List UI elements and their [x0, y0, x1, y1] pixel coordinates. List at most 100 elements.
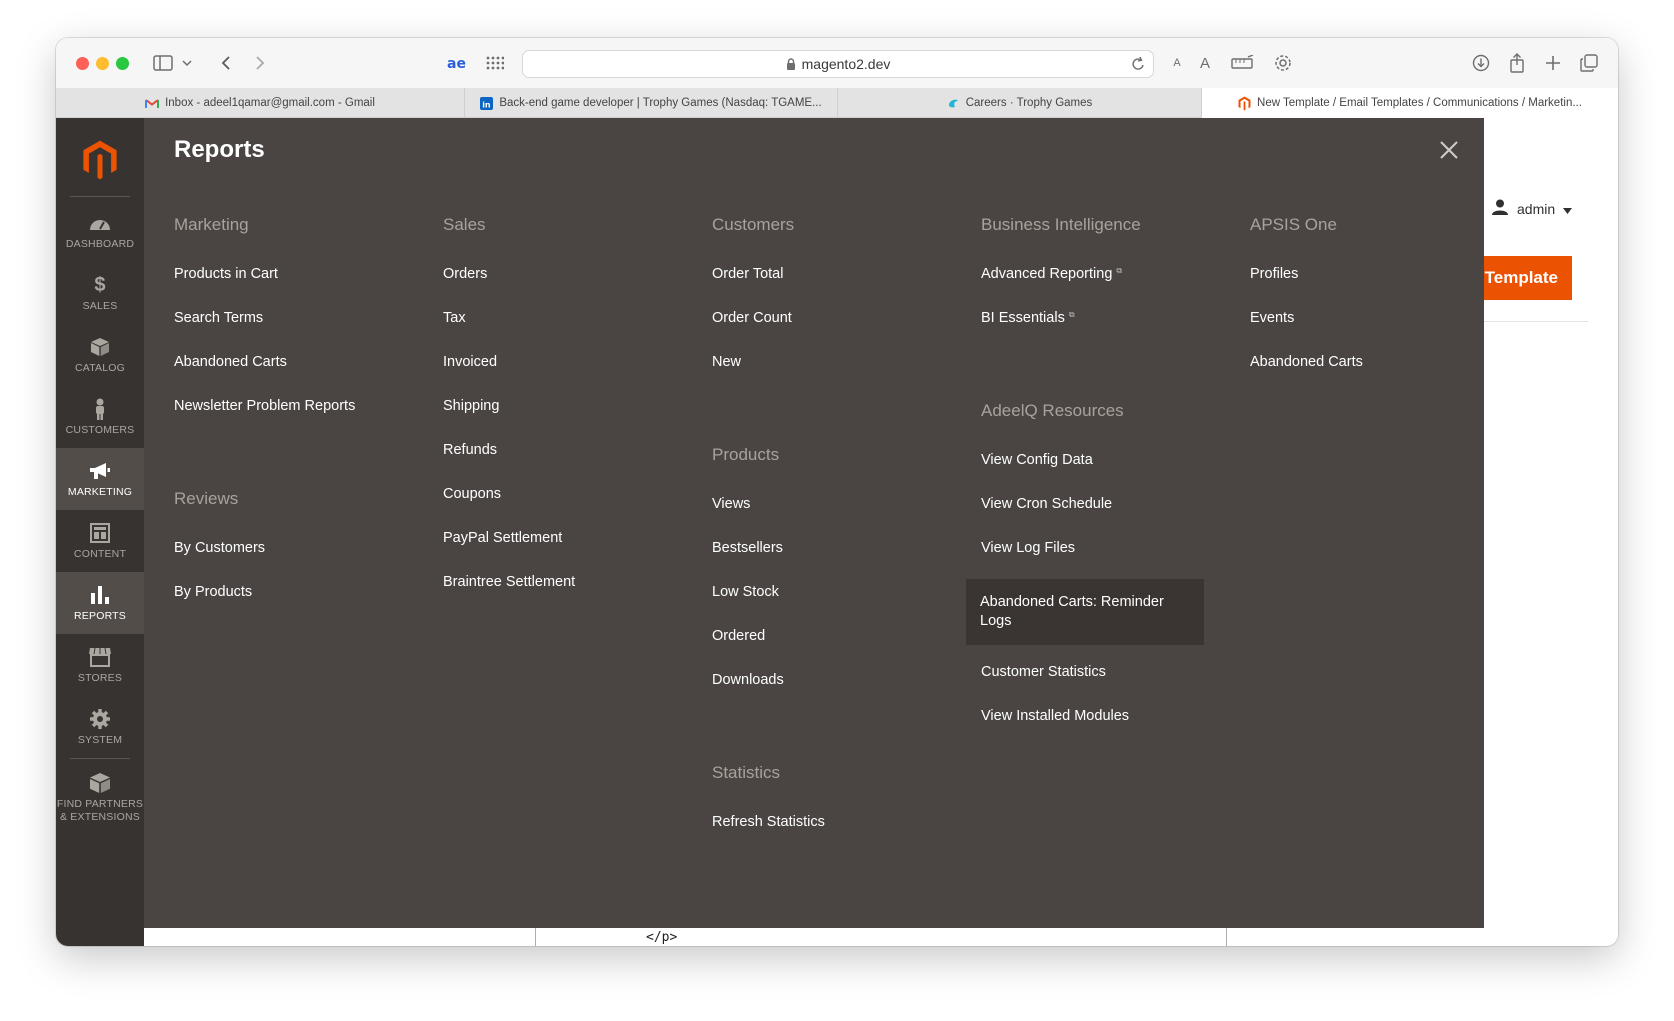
address-text: magento2.dev	[801, 56, 891, 72]
section-heading-customers: Customers	[712, 215, 795, 234]
menu-link[interactable]: By Products	[174, 584, 252, 600]
menu-link[interactable]: Coupons	[443, 486, 501, 502]
section-heading-business-intelligence: Business Intelligence	[981, 215, 1141, 234]
menu-link[interactable]: By Customers	[174, 540, 265, 556]
apps-grid-icon[interactable]	[484, 51, 506, 75]
menu-link[interactable]: Refresh Statistics	[712, 814, 825, 830]
sidebar-item-label: CATALOG	[74, 362, 126, 374]
divider	[535, 926, 536, 946]
sidebar-item-label: STORES	[77, 672, 123, 684]
menu-link[interactable]: PayPal Settlement	[443, 530, 562, 546]
menu-link[interactable]: View Log Files	[981, 540, 1075, 556]
menu-link-highlighted[interactable]: Abandoned Carts: Reminder Logs	[966, 579, 1204, 645]
sidebar-item-marketing[interactable]: MARKETING	[56, 448, 144, 510]
chevron-down-icon[interactable]	[180, 51, 194, 75]
back-icon[interactable]	[216, 51, 236, 75]
forward-icon[interactable]	[250, 51, 270, 75]
share-icon[interactable]	[1506, 51, 1528, 75]
menu-link[interactable]: Downloads	[712, 672, 784, 688]
magento-logo[interactable]	[56, 130, 144, 190]
text-smaller-icon[interactable]: A	[1168, 51, 1186, 75]
menu-link[interactable]: Order Total	[712, 266, 783, 282]
trophy-games-icon	[947, 97, 960, 110]
text-larger-icon[interactable]: A	[1196, 51, 1214, 75]
tab-gmail[interactable]: Inbox - adeel1qamar@gmail.com - Gmail	[56, 88, 465, 118]
section-heading-products: Products	[712, 445, 780, 464]
new-tab-icon[interactable]	[1542, 51, 1564, 75]
menu-link[interactable]: View Installed Modules	[981, 708, 1129, 724]
external-link-icon: ⧉	[1068, 310, 1075, 319]
menu-link[interactable]: Views	[712, 496, 750, 512]
admin-page: admin Template </p> DASHBOARD $ SALES CA…	[56, 118, 1618, 946]
browser-window: ae magento2.dev A A Inbox - adeel1qamar@…	[56, 38, 1618, 946]
tab-bar: Inbox - adeel1qamar@gmail.com - Gmail in…	[56, 88, 1618, 118]
menu-link[interactable]: Abandoned Carts	[1250, 354, 1363, 370]
tab-careers[interactable]: Careers · Trophy Games	[838, 88, 1202, 118]
sidebar-item-customers[interactable]: CUSTOMERS	[56, 386, 144, 448]
menu-link[interactable]: Braintree Settlement	[443, 574, 575, 590]
sidebar-item-find-partners[interactable]: FIND PARTNERS & EXTENSIONS	[56, 762, 144, 832]
menu-link[interactable]: Bestsellers	[712, 540, 783, 556]
download-icon[interactable]	[1470, 51, 1492, 75]
sidebar-item-sales[interactable]: $ SALES	[56, 262, 144, 324]
gear-icon[interactable]	[1272, 51, 1294, 75]
zoom-window-button[interactable]	[116, 57, 129, 70]
menu-link[interactable]: Refunds	[443, 442, 497, 458]
divider	[70, 758, 130, 759]
tab-overview-icon[interactable]	[1578, 51, 1600, 75]
menu-link[interactable]: Customer Statistics	[981, 664, 1106, 680]
menu-link[interactable]: Events	[1250, 310, 1294, 326]
reload-icon[interactable]	[1131, 56, 1145, 72]
menu-link[interactable]: Order Count	[712, 310, 792, 326]
menu-link[interactable]: Abandoned Carts	[174, 354, 287, 370]
menu-link[interactable]: Products in Cart	[174, 266, 278, 282]
address-bar[interactable]: magento2.dev	[522, 50, 1154, 78]
reader-ruler-icon[interactable]	[1230, 51, 1256, 75]
menu-link[interactable]: Newsletter Problem Reports	[174, 398, 355, 414]
sidebar-item-system[interactable]: SYSTEM	[56, 696, 144, 758]
catalog-box-icon	[90, 335, 110, 359]
menu-link[interactable]: New	[712, 354, 741, 370]
reports-menu-flyout: Reports Marketing Products in Cart Searc…	[144, 118, 1484, 928]
sidebar-item-dashboard[interactable]: DASHBOARD	[56, 200, 144, 262]
menu-link[interactable]: Search Terms	[174, 310, 263, 326]
store-icon	[88, 645, 112, 669]
menu-link[interactable]: Tax	[443, 310, 466, 326]
menu-link[interactable]: Shipping	[443, 398, 499, 414]
tab-new-template[interactable]: New Template / Email Templates / Communi…	[1202, 88, 1618, 118]
user-icon	[1491, 198, 1509, 219]
menu-link[interactable]: Invoiced	[443, 354, 497, 370]
menu-link[interactable]: Orders	[443, 266, 487, 282]
menu-link-label: Advanced Reporting	[981, 266, 1113, 282]
section-heading-adeelq-resources: AdeelQ Resources	[981, 401, 1124, 420]
extension-ae-icon[interactable]: ae	[446, 51, 470, 75]
menu-link[interactable]: Low Stock	[712, 584, 779, 600]
sidebar-item-reports[interactable]: REPORTS	[56, 572, 144, 634]
template-code-snippet: </p>	[646, 930, 678, 945]
divider	[70, 196, 130, 197]
magento-icon	[1238, 96, 1251, 111]
sidebar-item-content[interactable]: CONTENT	[56, 510, 144, 572]
admin-user-menu[interactable]: admin	[1491, 198, 1573, 219]
save-template-button[interactable]: Template	[1476, 256, 1572, 300]
menu-link[interactable]: View Cron Schedule	[981, 496, 1112, 512]
close-icon[interactable]	[1437, 138, 1461, 162]
tab-linkedin[interactable]: in Back-end game developer | Trophy Game…	[465, 88, 838, 118]
menu-link-bi-essentials[interactable]: BI Essentials ⧉	[981, 310, 1075, 326]
menu-link-label: BI Essentials	[981, 310, 1065, 326]
content-layout-icon	[90, 521, 110, 545]
sidebar-item-catalog[interactable]: CATALOG	[56, 324, 144, 386]
sidebar-item-label: FIND PARTNERS	[56, 797, 144, 810]
close-window-button[interactable]	[76, 57, 89, 70]
minimize-window-button[interactable]	[96, 57, 109, 70]
menu-link-advanced-reporting[interactable]: Advanced Reporting ⧉	[981, 266, 1122, 282]
sidebar-item-stores[interactable]: STORES	[56, 634, 144, 696]
sidebar-item-label: CUSTOMERS	[65, 424, 135, 436]
sidebar-toggle-icon[interactable]	[152, 51, 174, 75]
tab-label: Back-end game developer | Trophy Games (…	[499, 97, 822, 109]
menu-link[interactable]: Profiles	[1250, 266, 1298, 282]
menu-link[interactable]: View Config Data	[981, 452, 1093, 468]
browser-toolbar: ae magento2.dev A A	[56, 38, 1618, 88]
gmail-icon	[145, 98, 160, 109]
menu-link[interactable]: Ordered	[712, 628, 765, 644]
